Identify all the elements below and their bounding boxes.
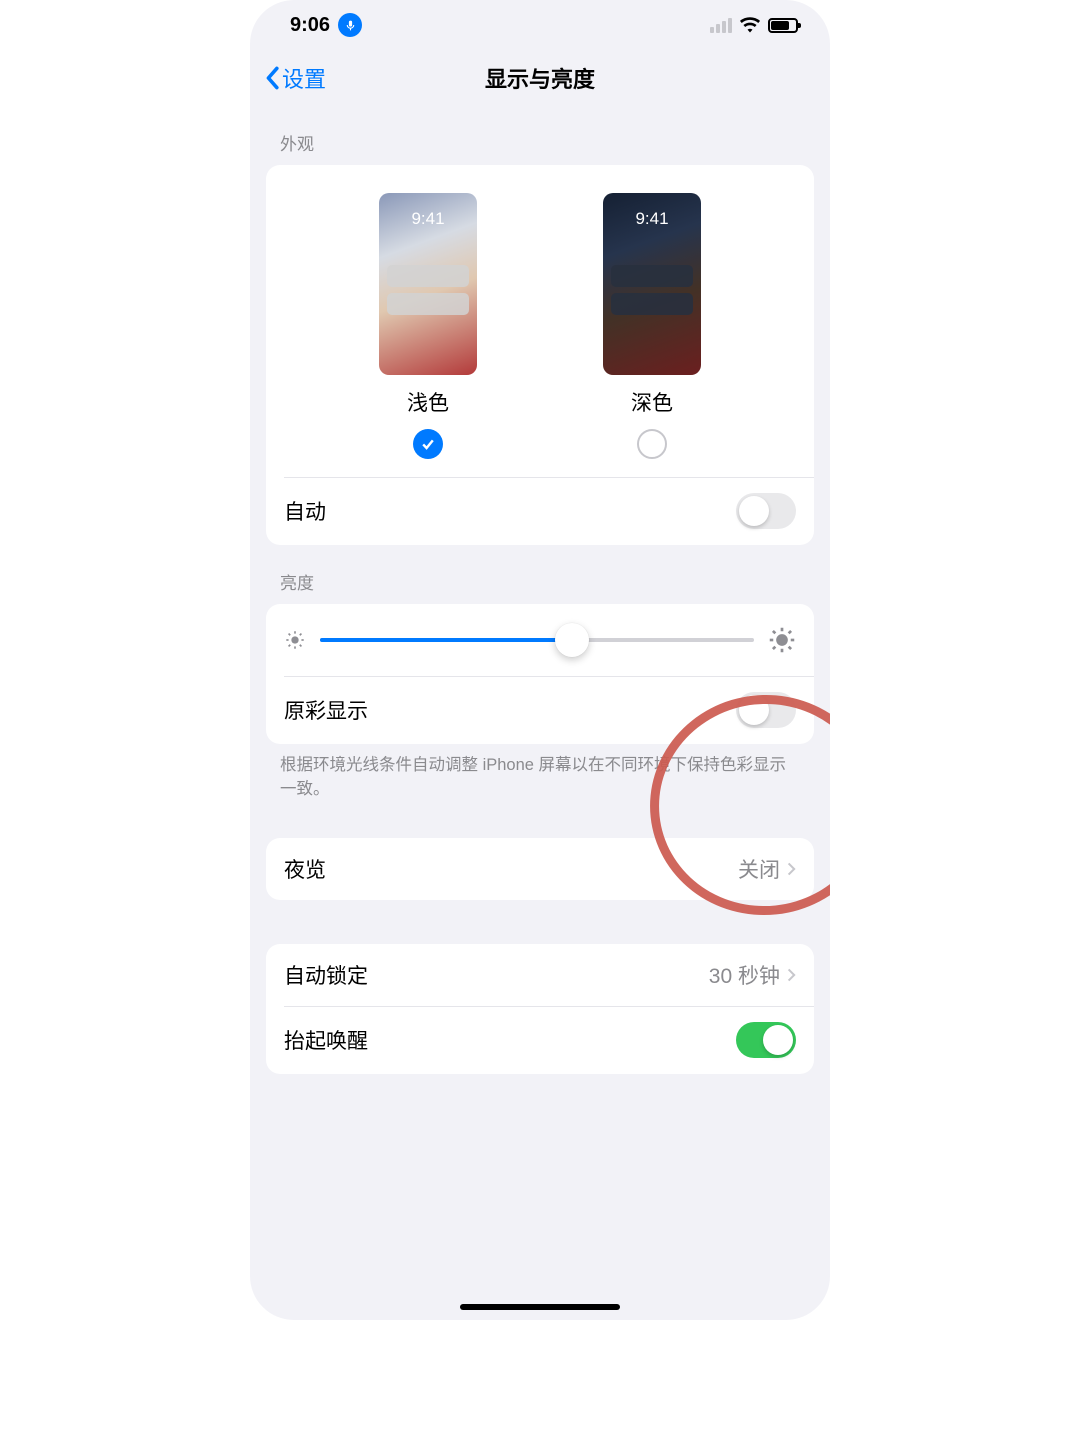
chevron-left-icon <box>264 66 280 90</box>
checkmark-icon <box>420 436 436 452</box>
mic-indicator-icon <box>338 13 362 37</box>
raise-to-wake-row[interactable]: 抬起唤醒 <box>266 1006 814 1074</box>
back-label: 设置 <box>282 62 326 94</box>
true-tone-toggle[interactable] <box>736 692 796 728</box>
lock-group: 自动锁定 30 秒钟 抬起唤醒 <box>266 944 814 1074</box>
true-tone-row[interactable]: 原彩显示 <box>266 676 814 744</box>
auto-lock-value: 30 秒钟 <box>709 960 780 990</box>
auto-appearance-row[interactable]: 自动 <box>266 477 814 545</box>
appearance-option-dark[interactable]: 9:41 深色 <box>603 193 701 459</box>
chevron-right-icon <box>786 967 796 983</box>
night-shift-label: 夜览 <box>284 854 326 884</box>
brightness-slider[interactable] <box>320 624 754 656</box>
auto-lock-label: 自动锁定 <box>284 960 368 990</box>
dark-preview: 9:41 <box>603 193 701 375</box>
auto-toggle[interactable] <box>736 493 796 529</box>
appearance-option-light[interactable]: 9:41 浅色 <box>379 193 477 459</box>
status-bar: 9:06 <box>250 0 830 50</box>
night-shift-group: 夜览 关闭 <box>266 838 814 900</box>
raise-to-wake-label: 抬起唤醒 <box>284 1025 368 1055</box>
cellular-signal-icon <box>710 18 732 33</box>
light-radio[interactable] <box>413 429 443 459</box>
night-shift-row[interactable]: 夜览 关闭 <box>266 838 814 900</box>
wifi-icon <box>739 17 761 33</box>
brightness-slider-row <box>266 604 814 676</box>
nav-header: 设置 显示与亮度 <box>250 50 830 106</box>
sun-small-icon <box>284 629 306 651</box>
light-label: 浅色 <box>407 387 449 417</box>
battery-icon <box>768 18 798 33</box>
dark-radio[interactable] <box>637 429 667 459</box>
true-tone-label: 原彩显示 <box>284 695 368 725</box>
brightness-group: 原彩显示 <box>266 604 814 744</box>
auto-label: 自动 <box>284 496 326 526</box>
sun-large-icon <box>768 626 796 654</box>
phone-screen: 9:06 设置 显示与亮度 外观 <box>250 0 830 1320</box>
section-header-appearance: 外观 <box>250 106 830 165</box>
chevron-right-icon <box>786 861 796 877</box>
appearance-group: 9:41 浅色 9:41 深色 <box>266 165 814 545</box>
raise-to-wake-toggle[interactable] <box>736 1022 796 1058</box>
section-header-brightness: 亮度 <box>250 545 830 604</box>
auto-lock-row[interactable]: 自动锁定 30 秒钟 <box>266 944 814 1006</box>
page-title: 显示与亮度 <box>250 62 830 94</box>
light-preview: 9:41 <box>379 193 477 375</box>
back-button[interactable]: 设置 <box>264 62 326 94</box>
night-shift-value: 关闭 <box>738 854 780 884</box>
home-indicator[interactable] <box>460 1304 620 1310</box>
dark-label: 深色 <box>631 387 673 417</box>
true-tone-description: 根据环境光线条件自动调整 iPhone 屏幕以在不同环境下保持色彩显示一致。 <box>250 744 830 802</box>
status-time: 9:06 <box>290 14 330 37</box>
